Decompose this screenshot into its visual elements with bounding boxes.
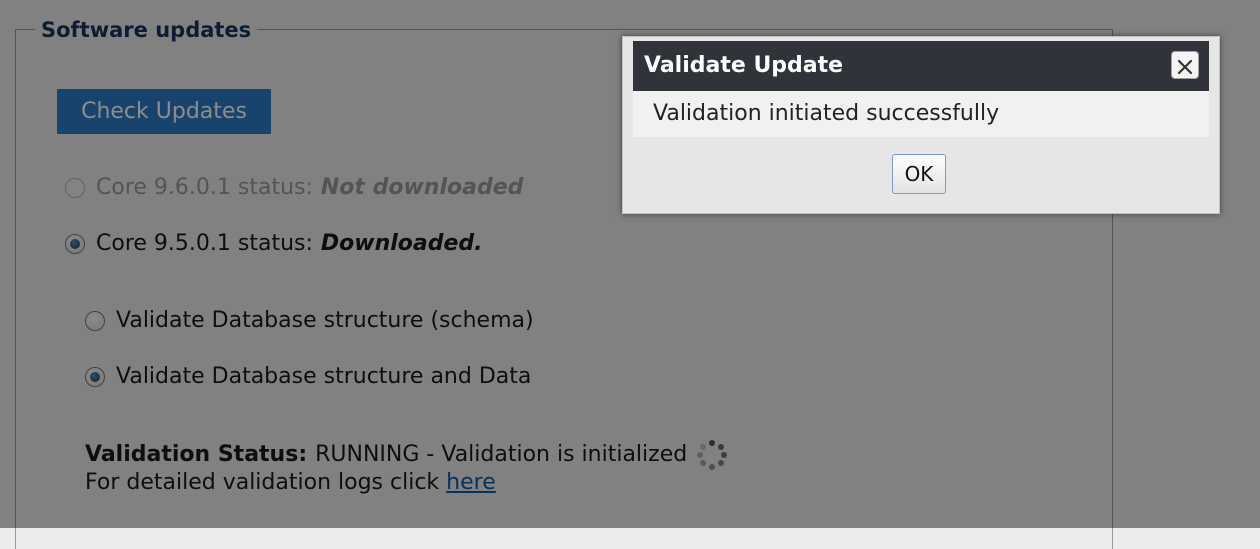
dialog-titlebar: Validate Update xyxy=(633,41,1209,91)
dialog-message: Validation initiated successfully xyxy=(653,101,1000,126)
close-icon xyxy=(1177,59,1193,75)
validate-update-dialog: Validate Update Validation initiated suc… xyxy=(622,36,1220,214)
dialog-title: Validate Update xyxy=(644,53,844,78)
dialog-close-button[interactable] xyxy=(1171,51,1199,79)
dialog-ok-button[interactable]: OK xyxy=(892,154,946,194)
dialog-body: Validation initiated successfully xyxy=(633,91,1209,137)
